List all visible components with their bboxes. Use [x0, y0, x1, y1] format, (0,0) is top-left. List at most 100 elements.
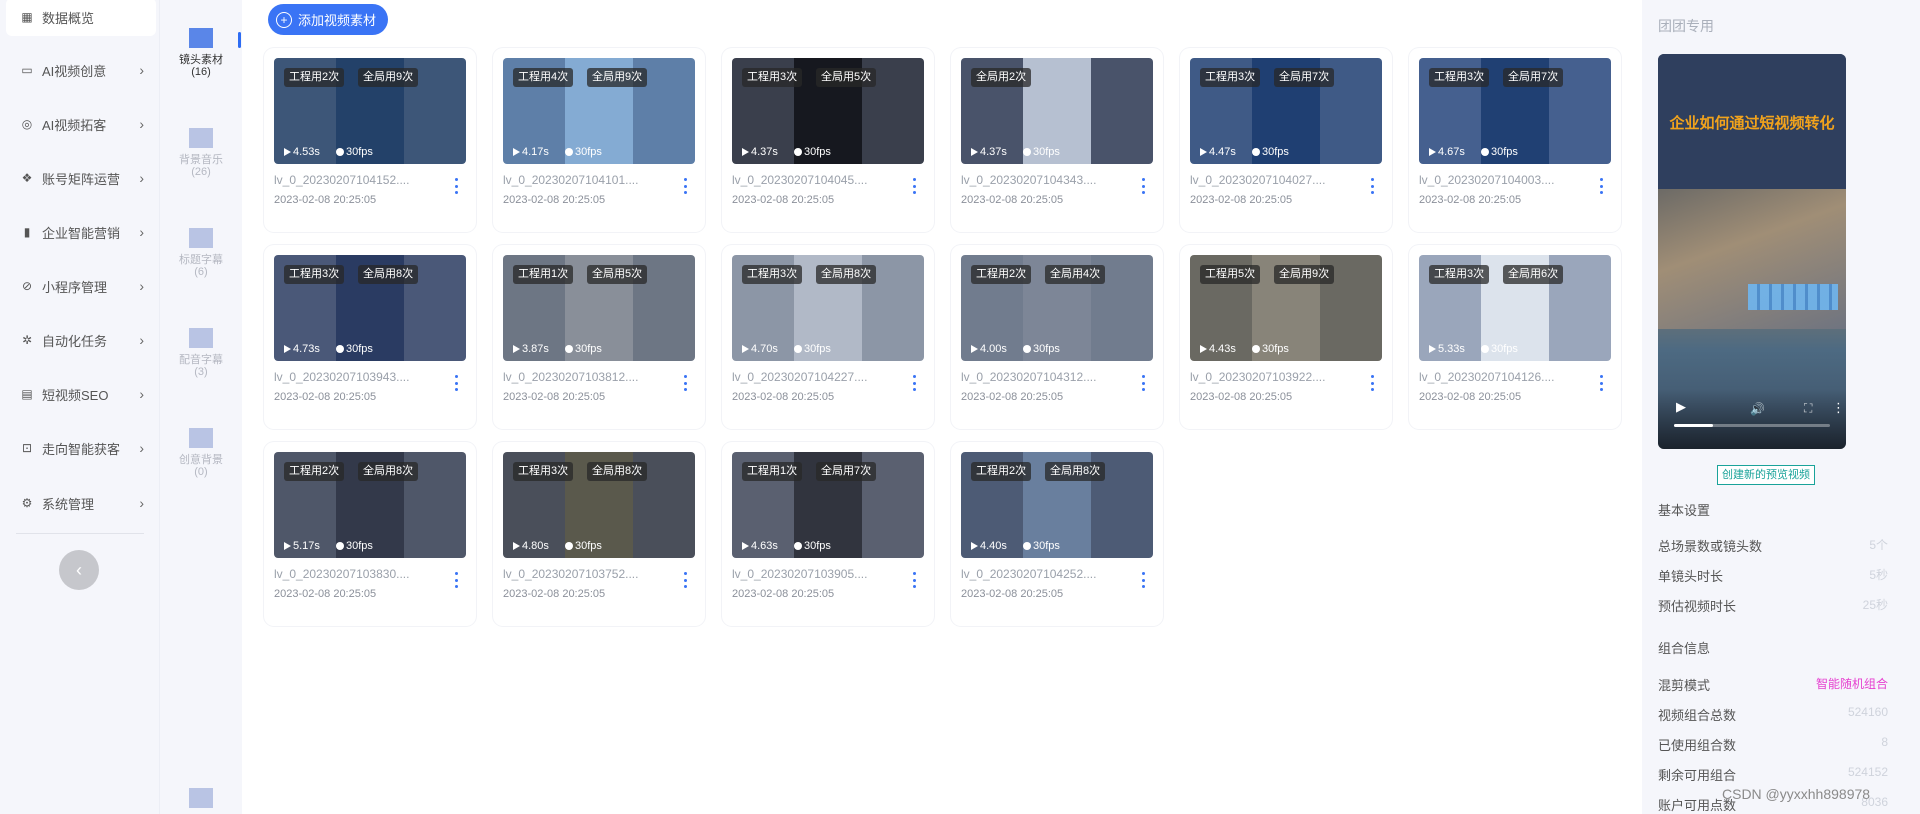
volume-icon[interactable]: 🔊: [1750, 402, 1765, 416]
video-thumbnail[interactable]: 工程用4次 全局用9次 4.17s 30fps: [503, 58, 695, 164]
player-more-icon[interactable]: ⋮: [1832, 400, 1845, 416]
sidebar-item[interactable]: ◎ AI视频拓客 ›: [6, 105, 156, 143]
more-options-icon[interactable]: [452, 176, 460, 196]
sidebar-item[interactable]: ▭ AI视频创意 ›: [6, 51, 156, 89]
video-thumbnail[interactable]: 工程用3次 全局用8次 4.70s 30fps: [732, 255, 924, 361]
category-item[interactable]: 创意背景 (0): [160, 428, 242, 478]
global-usage-badge: 全局用8次: [358, 462, 419, 481]
video-thumbnail[interactable]: 工程用3次 全局用7次 4.47s 30fps: [1190, 58, 1382, 164]
more-options-icon[interactable]: [910, 176, 918, 196]
video-player[interactable]: 企业如何通过短视频转化 ▶ 🔊 ⛶ ⋮: [1658, 54, 1846, 449]
video-card[interactable]: 工程用2次 全局用4次 4.00s 30fps lv_0_20230207104312.…: [951, 245, 1163, 429]
video-card[interactable]: 工程用1次 全局用5次 3.87s 30fps lv_0_20230207103812.…: [493, 245, 705, 429]
create-preview-video-button[interactable]: 创建新的预览视频: [1717, 465, 1815, 485]
fps-value: 30fps: [346, 540, 373, 552]
video-thumbnail[interactable]: 工程用3次 全局用5次 4.37s 30fps: [732, 58, 924, 164]
sidebar-item[interactable]: ▤ 短视频SEO ›: [6, 375, 156, 413]
video-thumbnail[interactable]: 工程用3次 全局用7次 4.67s 30fps: [1419, 58, 1611, 164]
video-thumbnail[interactable]: 工程用5次 全局用9次 4.43s 30fps: [1190, 255, 1382, 361]
sidebar-item[interactable]: ❖ 账号矩阵运营 ›: [6, 159, 156, 197]
player-progress-bar[interactable]: [1674, 424, 1830, 427]
engineer-usage-badge: 工程用3次: [513, 462, 574, 481]
video-card[interactable]: 工程用3次 全局用8次 4.80s 30fps lv_0_20230207103752.…: [493, 442, 705, 626]
category-item[interactable]: [160, 788, 242, 814]
video-card[interactable]: 工程用3次 全局用6次 5.33s 30fps lv_0_20230207104126.…: [1409, 245, 1621, 429]
video-thumbnail[interactable]: 工程用3次 全局用8次 4.80s 30fps: [503, 452, 695, 558]
category-count: (16): [191, 66, 211, 78]
add-video-material-button[interactable]: + 添加视频素材: [268, 4, 389, 35]
video-thumbnail[interactable]: 工程用1次 全局用7次 4.63s 30fps: [732, 452, 924, 558]
video-thumbnail[interactable]: 工程用2次 全局用8次 4.40s 30fps: [961, 452, 1153, 558]
video-card[interactable]: 工程用2次 全局用9次 4.53s 30fps lv_0_20230207104152.…: [264, 48, 476, 232]
category-item[interactable]: 背景音乐 (26): [160, 128, 242, 178]
folder-icon: [189, 328, 213, 348]
more-options-icon[interactable]: [452, 570, 460, 590]
video-thumbnail[interactable]: 工程用3次 全局用6次 5.33s 30fps: [1419, 255, 1611, 361]
chevron-right-icon: ›: [139, 224, 144, 240]
more-options-icon[interactable]: [1139, 373, 1147, 393]
more-options-icon[interactable]: [452, 373, 460, 393]
more-options-icon[interactable]: [910, 570, 918, 590]
video-card[interactable]: 工程用2次 全局用8次 4.40s 30fps lv_0_20230207104252.…: [951, 442, 1163, 626]
sidebar-item[interactable]: ⊘ 小程序管理 ›: [6, 267, 156, 305]
video-card[interactable]: 工程用3次 全局用8次 4.73s 30fps lv_0_20230207103943.…: [264, 245, 476, 429]
video-thumbnail[interactable]: 工程用2次 全局用4次 4.00s 30fps: [961, 255, 1153, 361]
duration-value: 5.17s: [293, 540, 320, 552]
video-thumbnail[interactable]: 工程用2次 全局用8次 5.17s 30fps: [274, 452, 466, 558]
more-options-icon[interactable]: [1139, 176, 1147, 196]
video-thumbnail[interactable]: 工程用2次 全局用9次 4.53s 30fps: [274, 58, 466, 164]
more-options-icon[interactable]: [1597, 373, 1605, 393]
duration-label: 5.17s: [284, 540, 320, 552]
fps-icon: [1023, 345, 1031, 353]
more-options-icon[interactable]: [681, 373, 689, 393]
video-filename: lv_0_20230207104003....: [1419, 173, 1555, 187]
category-item[interactable]: 标题字幕 (6): [160, 228, 242, 278]
setting-row: 预估视频时长 25秒: [1658, 596, 1888, 615]
video-card[interactable]: 工程用3次 全局用8次 4.70s 30fps lv_0_20230207104227.…: [722, 245, 934, 429]
video-card[interactable]: 工程用2次 全局用8次 5.17s 30fps lv_0_20230207103830.…: [264, 442, 476, 626]
fullscreen-icon[interactable]: ⛶: [1804, 401, 1812, 416]
sidebar-item[interactable]: ▦ 数据概览: [6, 0, 156, 36]
video-card[interactable]: 工程用3次 全局用7次 4.47s 30fps lv_0_20230207104027.…: [1180, 48, 1392, 232]
category-item[interactable]: 配音字幕 (3): [160, 328, 242, 378]
category-count: (26): [191, 166, 211, 178]
chevron-right-icon: ›: [139, 332, 144, 348]
video-card[interactable]: 工程用1次 全局用7次 4.63s 30fps lv_0_20230207103905.…: [722, 442, 934, 626]
video-card[interactable]: 工程用3次 全局用5次 4.37s 30fps lv_0_20230207104045.…: [722, 48, 934, 232]
fps-value: 30fps: [1033, 540, 1060, 552]
more-options-icon[interactable]: [681, 176, 689, 196]
more-options-icon[interactable]: [1139, 570, 1147, 590]
combo-row: 已使用组合数 8: [1658, 735, 1888, 754]
duration-value: 4.73s: [293, 343, 320, 355]
sidebar-item[interactable]: ✲ 自动化任务 ›: [6, 321, 156, 359]
sidebar-item[interactable]: ⚙ 系统管理 ›: [6, 484, 156, 522]
video-thumbnail[interactable]: 全局用2次 4.37s 30fps: [961, 58, 1153, 164]
play-icon[interactable]: ▶: [1676, 399, 1686, 415]
video-card[interactable]: 工程用3次 全局用7次 4.67s 30fps lv_0_20230207104003.…: [1409, 48, 1621, 232]
video-thumbnail[interactable]: 工程用3次 全局用8次 4.73s 30fps: [274, 255, 466, 361]
engineer-usage-badge: 工程用3次: [1200, 68, 1261, 87]
video-headline: 企业如何通过短视频转化: [1669, 115, 1835, 132]
more-options-icon[interactable]: [681, 570, 689, 590]
video-card[interactable]: 工程用5次 全局用9次 4.43s 30fps lv_0_20230207103922.…: [1180, 245, 1392, 429]
combo-row: 视频组合总数 524160: [1658, 705, 1888, 724]
video-card[interactable]: 工程用4次 全局用9次 4.17s 30fps lv_0_20230207104101.…: [493, 48, 705, 232]
sidebar-item[interactable]: ▮ 企业智能营销 ›: [6, 213, 156, 251]
collapse-sidebar-button[interactable]: ‹: [59, 550, 99, 590]
duration-label: 5.33s: [1429, 343, 1465, 355]
more-options-icon[interactable]: [1368, 176, 1376, 196]
video-date: 2023-02-08 20:25:05: [732, 194, 835, 206]
global-usage-badge: 全局用9次: [358, 68, 419, 87]
engineer-usage-badge: 工程用3次: [1429, 265, 1490, 284]
duration-label: 4.80s: [513, 540, 549, 552]
video-card[interactable]: 全局用2次 4.37s 30fps lv_0_20230207104343.... 20…: [951, 48, 1163, 232]
category-item[interactable]: 镜头素材 (16): [160, 28, 242, 78]
video-filename: lv_0_20230207103812....: [503, 370, 639, 384]
sidebar-item[interactable]: ⊡ 走向智能获客 ›: [6, 429, 156, 467]
more-options-icon[interactable]: [1597, 176, 1605, 196]
more-options-icon[interactable]: [1368, 373, 1376, 393]
video-thumbnail[interactable]: 工程用1次 全局用5次 3.87s 30fps: [503, 255, 695, 361]
video-filename: lv_0_20230207103752....: [503, 567, 639, 581]
more-options-icon[interactable]: [910, 373, 918, 393]
play-icon: [1200, 345, 1207, 353]
